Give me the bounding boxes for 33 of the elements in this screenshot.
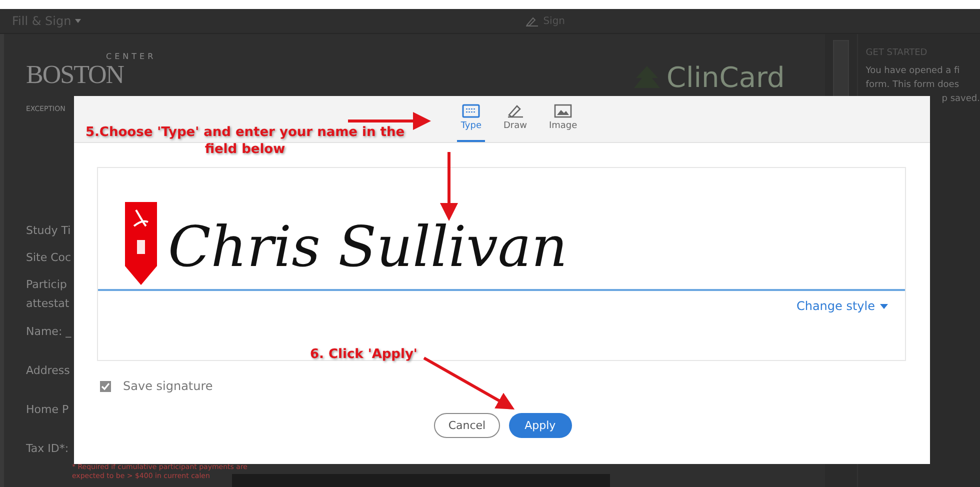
tab[interactable]: Type: [456, 96, 486, 142]
brand-logo-text: ClinCard: [666, 62, 785, 94]
sign-flag-icon: [124, 202, 158, 286]
form-label: Tax ID*:: [26, 441, 69, 457]
panel-text: You have opened a fi: [866, 65, 961, 78]
keyboard-icon: [462, 104, 480, 118]
form-label: attestat: [26, 296, 70, 312]
panel-text: form. This form does: [866, 79, 960, 92]
apply-button[interactable]: Apply: [508, 413, 572, 438]
form-label: Home P: [26, 402, 69, 418]
image-icon: [554, 104, 572, 118]
tab[interactable]: Draw: [499, 96, 531, 142]
change-style-dropdown[interactable]: Change style: [796, 299, 875, 313]
panel-text: p saved.: [942, 93, 980, 106]
signature-text: Chris Sullivan: [168, 214, 568, 282]
save-signature-checkbox[interactable]: [100, 380, 111, 392]
tab[interactable]: Image: [545, 96, 582, 142]
pen-icon: [506, 104, 524, 118]
logo-text: CENTER: [106, 52, 156, 61]
form-label: Site Coc: [26, 250, 72, 266]
form-label: Particip: [26, 277, 67, 293]
cancel-button[interactable]: Cancel: [434, 413, 500, 438]
annotation-text: 5.Choose 'Type' and enter your name in the field below: [84, 124, 406, 158]
logo-text: BOSTON: [26, 61, 124, 89]
form-label: Name: _: [26, 324, 72, 340]
caret-icon: [880, 304, 888, 308]
form-label: Address: [26, 363, 70, 379]
pen-icon: [525, 15, 540, 27]
checkbox-label: Save signature: [123, 379, 213, 393]
caret-icon: [75, 19, 82, 23]
arrow: [440, 152, 458, 221]
form-label: Study Ti: [26, 223, 71, 239]
annotation-text: 6. Click 'Apply': [310, 347, 418, 362]
